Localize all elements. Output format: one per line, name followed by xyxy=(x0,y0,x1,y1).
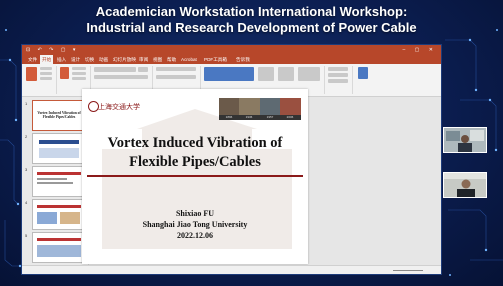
replace-icon[interactable] xyxy=(328,73,348,77)
current-slide[interactable]: 上海交通大学 1896 1936 1957 2006 Vortex Induce… xyxy=(82,89,308,264)
thumbnail-number: 2 xyxy=(25,134,28,139)
window-controls[interactable]: ‒ ▢ ✕ xyxy=(403,45,437,55)
slide-title: Vortex Induced Vibration of Flexible Pip… xyxy=(107,135,283,170)
font-size-select[interactable] xyxy=(138,67,148,72)
photo-year: 2006 xyxy=(286,115,294,119)
zoom-slider[interactable] xyxy=(393,269,423,271)
ribbon-tabs: 文件 开始 插入 设计 切换 动画 幻灯片放映 审阅 视图 帮助 Acrobat… xyxy=(22,55,441,64)
slide-thumbnails-pane: 1 Vortex Induced Vibration of Flexible P… xyxy=(22,97,89,266)
format-painter-icon[interactable] xyxy=(40,77,52,80)
presentation-date: 2022.12.06 xyxy=(177,231,213,240)
author-institution: Shanghai Jiao Tong University xyxy=(142,220,248,229)
title-bar: ⊡ ↶ ↷ ▢ ▾ ‒ ▢ ✕ xyxy=(22,45,441,55)
photo-year: 1957 xyxy=(266,115,274,119)
cut-icon[interactable] xyxy=(40,67,52,70)
layout-icon[interactable] xyxy=(72,67,86,70)
tab-review[interactable]: 审阅 xyxy=(137,55,150,64)
tab-insert[interactable]: 插入 xyxy=(55,55,68,64)
banner-line-1: Academician Workstation International Wo… xyxy=(95,4,408,19)
font-name-select[interactable] xyxy=(94,67,136,72)
shape-format-icons[interactable] xyxy=(298,67,320,81)
participant-video-1 xyxy=(443,127,487,153)
photo-1936 xyxy=(239,98,260,115)
tab-design[interactable]: 设计 xyxy=(69,55,82,64)
section-icon[interactable] xyxy=(72,77,86,80)
university-logo-text: 上海交通大学 xyxy=(98,103,140,111)
copy-icon[interactable] xyxy=(40,72,52,75)
list-icons[interactable] xyxy=(156,67,196,71)
banner-line-2: Industrial and Research Development of P… xyxy=(86,20,417,35)
thumbnail-slide-5[interactable] xyxy=(32,232,86,263)
photo-2006 xyxy=(280,98,301,115)
tab-pdf-toolbox[interactable]: PDF工具箱 xyxy=(202,55,229,64)
tab-slideshow[interactable]: 幻灯片放映 xyxy=(111,55,138,64)
tab-tell-me[interactable]: 告诉我 xyxy=(234,55,252,64)
thumbnail-number: 5 xyxy=(25,233,28,238)
author-name: Shixiao FU xyxy=(175,209,214,218)
tab-transitions[interactable]: 切换 xyxy=(83,55,96,64)
shapes-gallery[interactable] xyxy=(204,67,254,81)
participant-video-content xyxy=(444,128,486,152)
photo-year: 1896 xyxy=(225,115,233,119)
thumbnail-title: Vortex Induced Vibration of Flexible Pip… xyxy=(37,111,81,119)
thumbnail-number: 3 xyxy=(25,167,28,172)
select-icon[interactable] xyxy=(328,79,348,83)
workshop-banner: Academician Workstation International Wo… xyxy=(0,4,503,36)
tab-home[interactable]: 开始 xyxy=(40,55,54,64)
participant-video-content xyxy=(444,173,486,197)
powerpoint-window: ⊡ ↶ ↷ ▢ ▾ ‒ ▢ ✕ 文件 开始 插入 设计 切换 动画 幻灯片放映 … xyxy=(21,44,442,275)
thumbnail-number: 4 xyxy=(25,200,28,205)
photo-1896 xyxy=(219,98,239,115)
status-bar xyxy=(22,265,441,274)
tab-view[interactable]: 视图 xyxy=(151,55,164,64)
create-pdf-icon[interactable] xyxy=(358,67,368,79)
ribbon-separator xyxy=(56,66,57,94)
history-photo-strip: 1896 1936 1957 2006 xyxy=(219,98,301,120)
thumbnail-number: 1 xyxy=(25,101,28,106)
tab-file[interactable]: 文件 xyxy=(26,55,39,64)
align-icons[interactable] xyxy=(156,75,196,79)
thumbnail-slide-4[interactable] xyxy=(32,199,86,230)
thumbnail-slide-1[interactable]: Vortex Induced Vibration of Flexible Pip… xyxy=(32,100,86,131)
thumbnail-slide-2[interactable] xyxy=(32,133,86,164)
tab-acrobat[interactable]: Acrobat xyxy=(179,55,199,64)
tab-animations[interactable]: 动画 xyxy=(97,55,110,64)
quick-styles-icon[interactable] xyxy=(278,67,294,81)
new-slide-icon[interactable] xyxy=(60,67,69,79)
ribbon-separator xyxy=(352,66,353,94)
reset-icon[interactable] xyxy=(72,72,86,75)
paste-icon[interactable] xyxy=(26,67,37,81)
font-format-icons[interactable] xyxy=(94,75,148,79)
title-divider xyxy=(87,175,303,177)
find-icon[interactable] xyxy=(328,67,348,71)
thumbnail-slide-3[interactable] xyxy=(32,166,86,197)
slide-author-block: Shixiao FU Shanghai Jiao Tong University… xyxy=(82,208,308,241)
photo-1957 xyxy=(260,98,280,115)
tab-help[interactable]: 帮助 xyxy=(165,55,178,64)
ribbon-separator xyxy=(324,66,325,94)
arrange-icon[interactable] xyxy=(258,67,274,81)
quick-access-toolbar[interactable]: ⊡ ↶ ↷ ▢ ▾ xyxy=(26,45,78,55)
participant-video-2 xyxy=(443,172,487,198)
photo-year: 1936 xyxy=(245,115,253,119)
